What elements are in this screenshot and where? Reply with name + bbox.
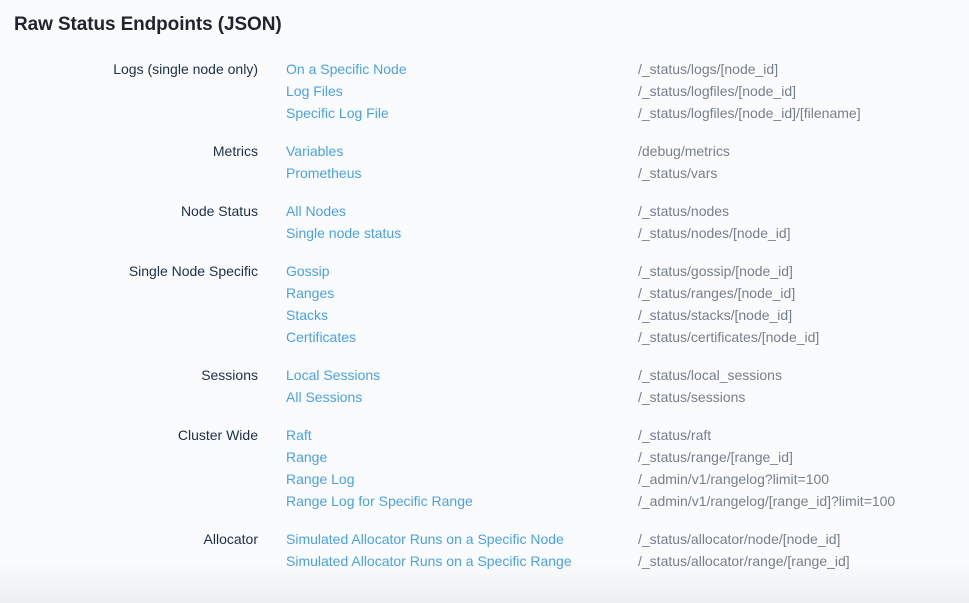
endpoint-rows: Variables /debug/metrics Prometheus /_st… <box>286 140 969 184</box>
endpoint-section: Single Node Specific Gossip /_status/gos… <box>0 260 969 348</box>
endpoint-link[interactable]: Raft <box>286 424 638 446</box>
category-label: Cluster Wide <box>0 424 258 446</box>
endpoint-section: Allocator Simulated Allocator Runs on a … <box>0 528 969 572</box>
endpoint-section: Cluster Wide Raft /_status/raft Range /_… <box>0 424 969 512</box>
endpoint-row: On a Specific Node /_status/logs/[node_i… <box>286 58 969 80</box>
endpoint-path: /_status/nodes <box>638 200 729 222</box>
category-label: Logs (single node only) <box>0 58 258 80</box>
endpoint-row: All Sessions /_status/sessions <box>286 386 969 408</box>
endpoint-path: /_status/logs/[node_id] <box>638 58 778 80</box>
endpoint-path: /_status/sessions <box>638 386 745 408</box>
endpoint-path: /_status/nodes/[node_id] <box>638 222 791 244</box>
endpoint-link[interactable]: Variables <box>286 140 638 162</box>
endpoint-path: /_status/ranges/[node_id] <box>638 282 795 304</box>
endpoint-path: /_status/vars <box>638 162 717 184</box>
category-label: Node Status <box>0 200 258 222</box>
endpoint-link[interactable]: Prometheus <box>286 162 638 184</box>
category-label: Metrics <box>0 140 258 162</box>
endpoint-row: All Nodes /_status/nodes <box>286 200 969 222</box>
endpoint-row: Single node status /_status/nodes/[node_… <box>286 222 969 244</box>
page-title: Raw Status Endpoints (JSON) <box>14 13 969 37</box>
endpoint-link[interactable]: Stacks <box>286 304 638 326</box>
endpoint-link[interactable]: All Sessions <box>286 386 638 408</box>
endpoint-rows: Gossip /_status/gossip/[node_id] Ranges … <box>286 260 969 348</box>
endpoint-rows: Simulated Allocator Runs on a Specific N… <box>286 528 969 572</box>
endpoint-row: Simulated Allocator Runs on a Specific R… <box>286 550 969 572</box>
endpoint-link[interactable]: Single node status <box>286 222 638 244</box>
endpoint-link[interactable]: All Nodes <box>286 200 638 222</box>
endpoint-path: /_status/raft <box>638 424 711 446</box>
endpoint-path: /_status/stacks/[node_id] <box>638 304 792 326</box>
endpoint-row: Specific Log File /_status/logfiles/[nod… <box>286 102 969 124</box>
endpoint-link[interactable]: Specific Log File <box>286 102 638 124</box>
endpoint-section: Logs (single node only) On a Specific No… <box>0 58 969 124</box>
endpoint-row: Range Log for Specific Range /_admin/v1/… <box>286 490 969 512</box>
endpoint-link[interactable]: Range Log for Specific Range <box>286 490 638 512</box>
endpoint-row: Stacks /_status/stacks/[node_id] <box>286 304 969 326</box>
endpoint-rows: Local Sessions /_status/local_sessions A… <box>286 364 969 408</box>
endpoint-link[interactable]: Simulated Allocator Runs on a Specific N… <box>286 528 638 550</box>
endpoint-section: Metrics Variables /debug/metrics Prometh… <box>0 140 969 184</box>
endpoint-row: Range Log /_admin/v1/rangelog?limit=100 <box>286 468 969 490</box>
endpoint-path: /_status/allocator/range/[range_id] <box>638 550 850 572</box>
endpoint-link[interactable]: Gossip <box>286 260 638 282</box>
endpoint-path: /_admin/v1/rangelog?limit=100 <box>638 468 829 490</box>
raw-status-endpoints-page: Raw Status Endpoints (JSON) Logs (single… <box>0 0 969 603</box>
endpoint-row: Prometheus /_status/vars <box>286 162 969 184</box>
endpoint-link[interactable]: Simulated Allocator Runs on a Specific R… <box>286 550 638 572</box>
endpoint-path: /_status/range/[range_id] <box>638 446 793 468</box>
endpoint-link[interactable]: Local Sessions <box>286 364 638 386</box>
endpoint-row: Simulated Allocator Runs on a Specific N… <box>286 528 969 550</box>
endpoint-link[interactable]: Ranges <box>286 282 638 304</box>
endpoint-section: Node Status All Nodes /_status/nodes Sin… <box>0 200 969 244</box>
endpoint-rows: Raft /_status/raft Range /_status/range/… <box>286 424 969 512</box>
endpoint-link[interactable]: Log Files <box>286 80 638 102</box>
endpoint-path: /_status/local_sessions <box>638 364 782 386</box>
endpoint-row: Log Files /_status/logfiles/[node_id] <box>286 80 969 102</box>
category-label: Sessions <box>0 364 258 386</box>
endpoint-link[interactable]: Range <box>286 446 638 468</box>
endpoint-path: /_admin/v1/rangelog/[range_id]?limit=100 <box>638 490 895 512</box>
endpoint-path: /_status/gossip/[node_id] <box>638 260 793 282</box>
endpoint-link[interactable]: Certificates <box>286 326 638 348</box>
endpoint-link[interactable]: On a Specific Node <box>286 58 638 80</box>
endpoint-row: Variables /debug/metrics <box>286 140 969 162</box>
endpoint-row: Range /_status/range/[range_id] <box>286 446 969 468</box>
endpoint-path: /_status/logfiles/[node_id] <box>638 80 796 102</box>
endpoint-section: Sessions Local Sessions /_status/local_s… <box>0 364 969 408</box>
endpoint-path: /debug/metrics <box>638 140 730 162</box>
endpoint-rows: All Nodes /_status/nodes Single node sta… <box>286 200 969 244</box>
endpoint-table: Logs (single node only) On a Specific No… <box>0 58 969 572</box>
endpoint-path: /_status/allocator/node/[node_id] <box>638 528 840 550</box>
endpoint-path: /_status/certificates/[node_id] <box>638 326 819 348</box>
category-label: Allocator <box>0 528 258 550</box>
endpoint-row: Certificates /_status/certificates/[node… <box>286 326 969 348</box>
endpoint-path: /_status/logfiles/[node_id]/[filename] <box>638 102 861 124</box>
endpoint-row: Ranges /_status/ranges/[node_id] <box>286 282 969 304</box>
endpoint-link[interactable]: Range Log <box>286 468 638 490</box>
endpoint-row: Local Sessions /_status/local_sessions <box>286 364 969 386</box>
category-label: Single Node Specific <box>0 260 258 282</box>
endpoint-row: Raft /_status/raft <box>286 424 969 446</box>
endpoint-rows: On a Specific Node /_status/logs/[node_i… <box>286 58 969 124</box>
endpoint-row: Gossip /_status/gossip/[node_id] <box>286 260 969 282</box>
